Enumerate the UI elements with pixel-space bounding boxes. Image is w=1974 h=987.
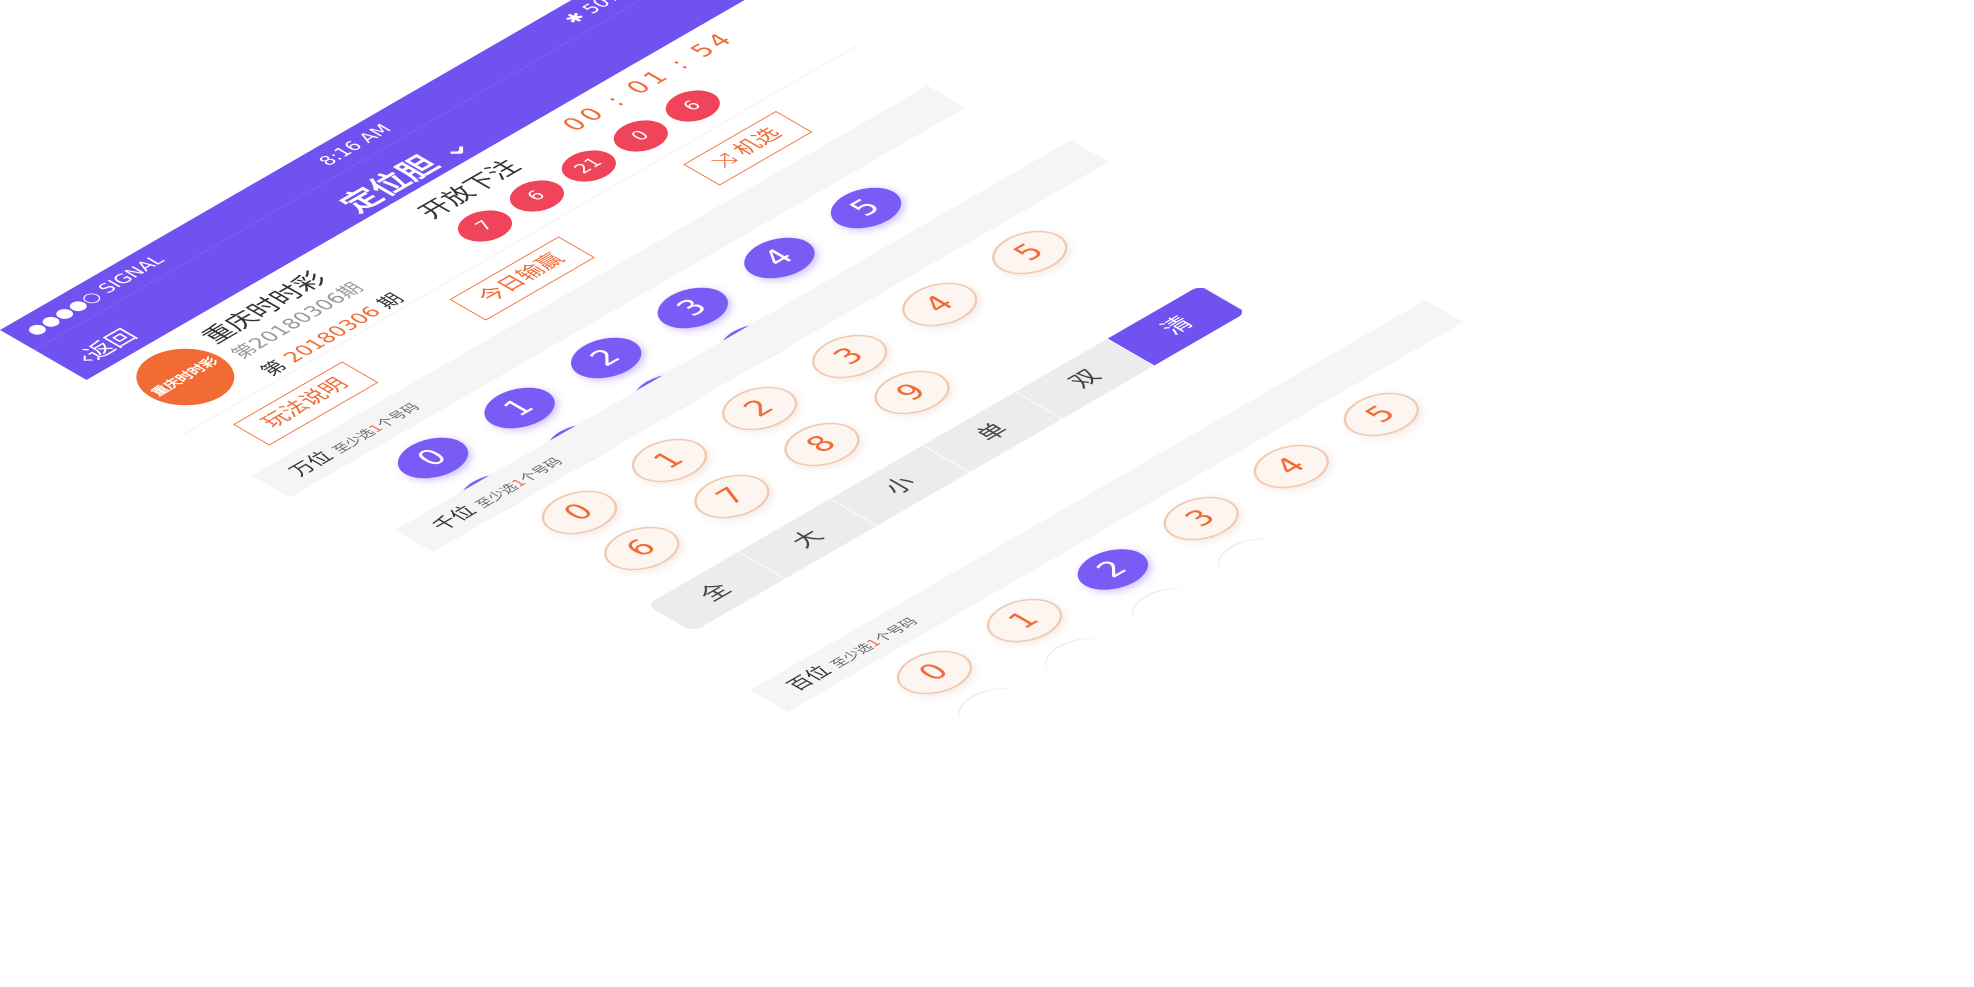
shuffle-icon: ⤨ [706,150,744,172]
number-ball[interactable]: 0 [383,429,483,487]
number-ball[interactable]: 1 [616,430,723,491]
number-ball[interactable]: 4 [730,229,829,287]
draw-ball: 21 [550,144,627,188]
number-ball[interactable]: 3 [1148,488,1255,549]
number-ball[interactable]: 4 [1238,436,1345,497]
number-ball[interactable]: 3 [643,279,743,337]
number-ball[interactable]: 1 [470,379,569,437]
number-ball[interactable]: 4 [886,274,993,335]
number-ball[interactable]: 2 [556,329,656,387]
draw-ball: 6 [654,84,731,128]
number-ball[interactable]: 5 [816,179,916,237]
number-ball-selected[interactable]: 2 [1063,541,1163,598]
number-ball[interactable]: 0 [881,642,988,703]
number-ball[interactable]: 5 [1328,384,1435,445]
draw-ball: 0 [602,114,679,158]
number-ball[interactable]: 0 [526,482,633,543]
number-ball[interactable]: 2 [706,378,813,439]
number-ball[interactable]: 1 [971,590,1078,651]
number-ball[interactable]: 3 [796,326,903,387]
number-ball[interactable]: 5 [976,222,1083,283]
